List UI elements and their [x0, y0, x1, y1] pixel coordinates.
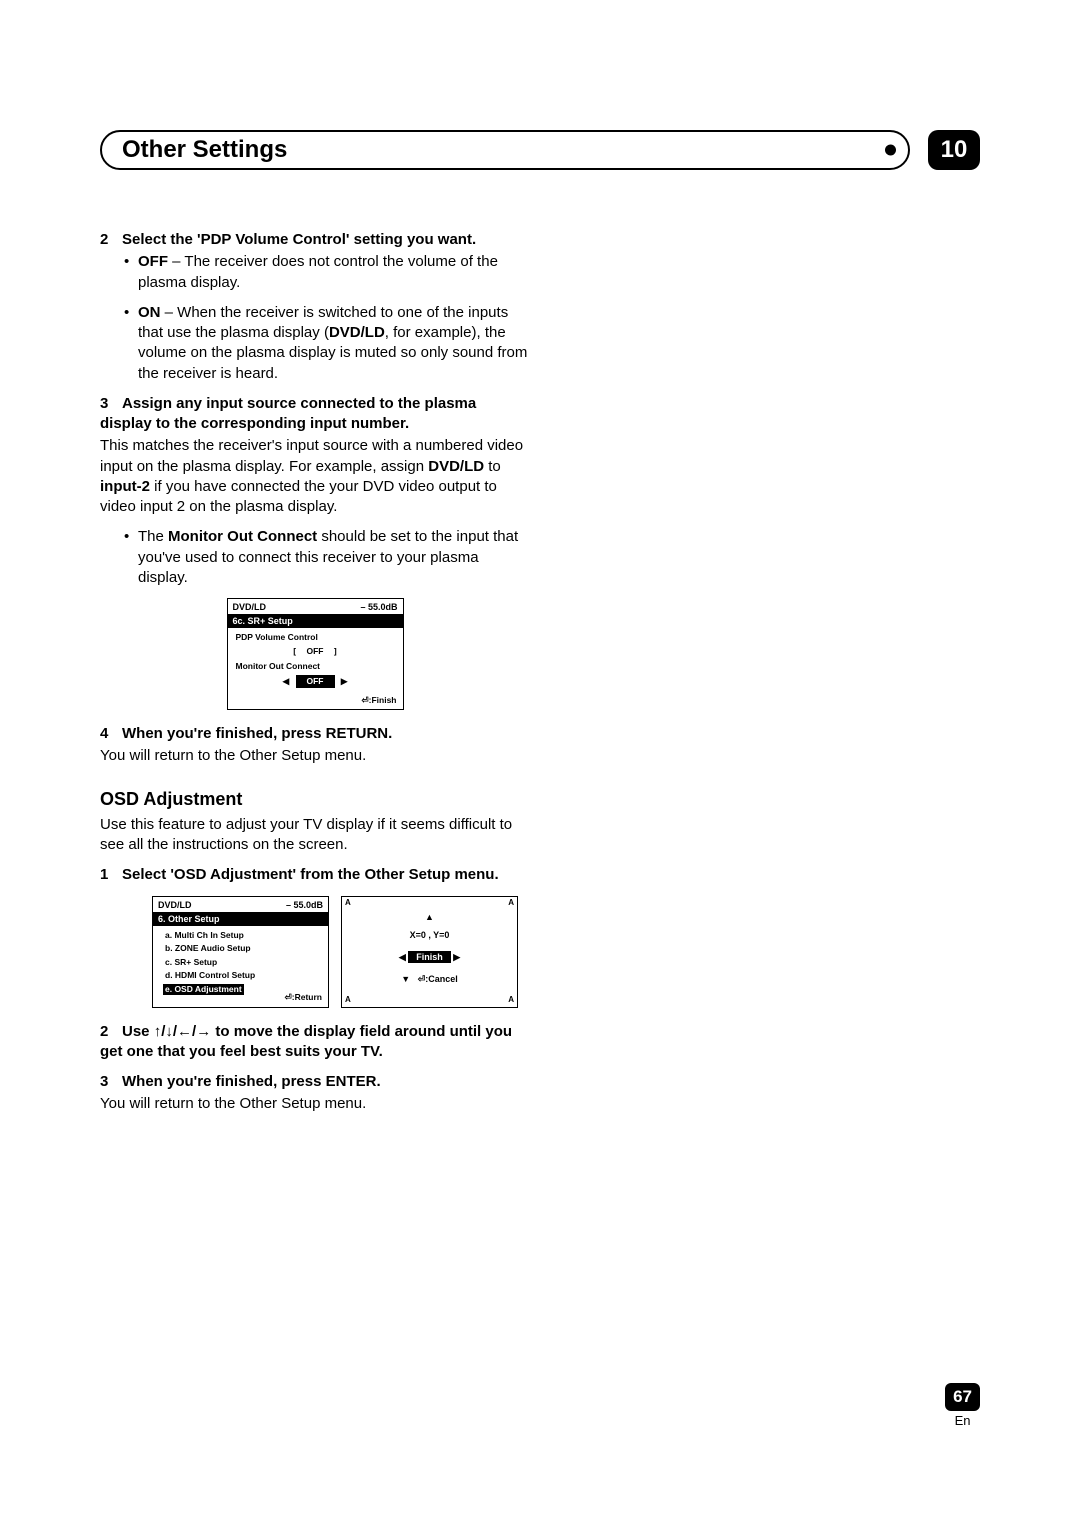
document-page: Other Settings 10 2Select the 'PDP Volum…	[0, 0, 1080, 1528]
osd-step-3-body: You will return to the Other Setup menu.	[100, 1094, 530, 1114]
osd-step-3-heading: 3When you're finished, press ENTER.	[100, 1072, 530, 1092]
page-footer-badge: 67 En	[945, 1383, 980, 1428]
step-4-heading: 4When you're finished, press RETURN.	[100, 724, 530, 744]
osd-screen-other-setup: DVD/LD – 55.0dB 6. Other Setup a. Multi …	[152, 896, 329, 1008]
osd-screen-adjust: A A A A ▲ X=0 , Y=0 ◀ Finish ▶ ▼ ⏎:Cance…	[341, 896, 518, 1008]
osd-figure-1: DVD/LD – 55.0dB 6c. SR+ Setup PDP Volume…	[100, 598, 530, 710]
step-3-bullet: The Monitor Out Connect should be set to…	[100, 527, 530, 588]
step-3-heading: 3Assign any input source connected to th…	[100, 394, 530, 435]
step-3-body: This matches the receiver's input source…	[100, 436, 530, 517]
osd-figure-2: DVD/LD – 55.0dB 6. Other Setup a. Multi …	[100, 896, 530, 1008]
chapter-header: Other Settings 10	[100, 130, 980, 170]
osd-step-1-heading: 1Select 'OSD Adjustment' from the Other …	[100, 865, 530, 885]
osd-screen-sr-setup: DVD/LD – 55.0dB 6c. SR+ Setup PDP Volume…	[227, 598, 404, 710]
step-2-bullet-on: ON – When the receiver is switched to on…	[100, 303, 530, 384]
left-column: 2Select the 'PDP Volume Control' setting…	[100, 230, 530, 1115]
osd-adjustment-heading: OSD Adjustment	[100, 787, 530, 811]
chapter-title: Other Settings	[122, 136, 287, 164]
step-2-bullet-off: OFF – The receiver does not control the …	[100, 252, 530, 293]
arrow-icons: ↑/↓/←/→	[154, 1023, 212, 1040]
page-number: 67	[945, 1383, 980, 1411]
osd-adjustment-intro: Use this feature to adjust your TV displ…	[100, 815, 530, 856]
step-4-body: You will return to the Other Setup menu.	[100, 746, 530, 766]
chapter-number-badge: 10	[928, 130, 980, 170]
chapter-title-box: Other Settings	[100, 130, 910, 170]
osd-step-2-heading: 2Use ↑/↓/←/→ to move the display field a…	[100, 1022, 530, 1063]
page-language: En	[945, 1413, 980, 1428]
step-2-heading: 2Select the 'PDP Volume Control' setting…	[100, 230, 530, 250]
